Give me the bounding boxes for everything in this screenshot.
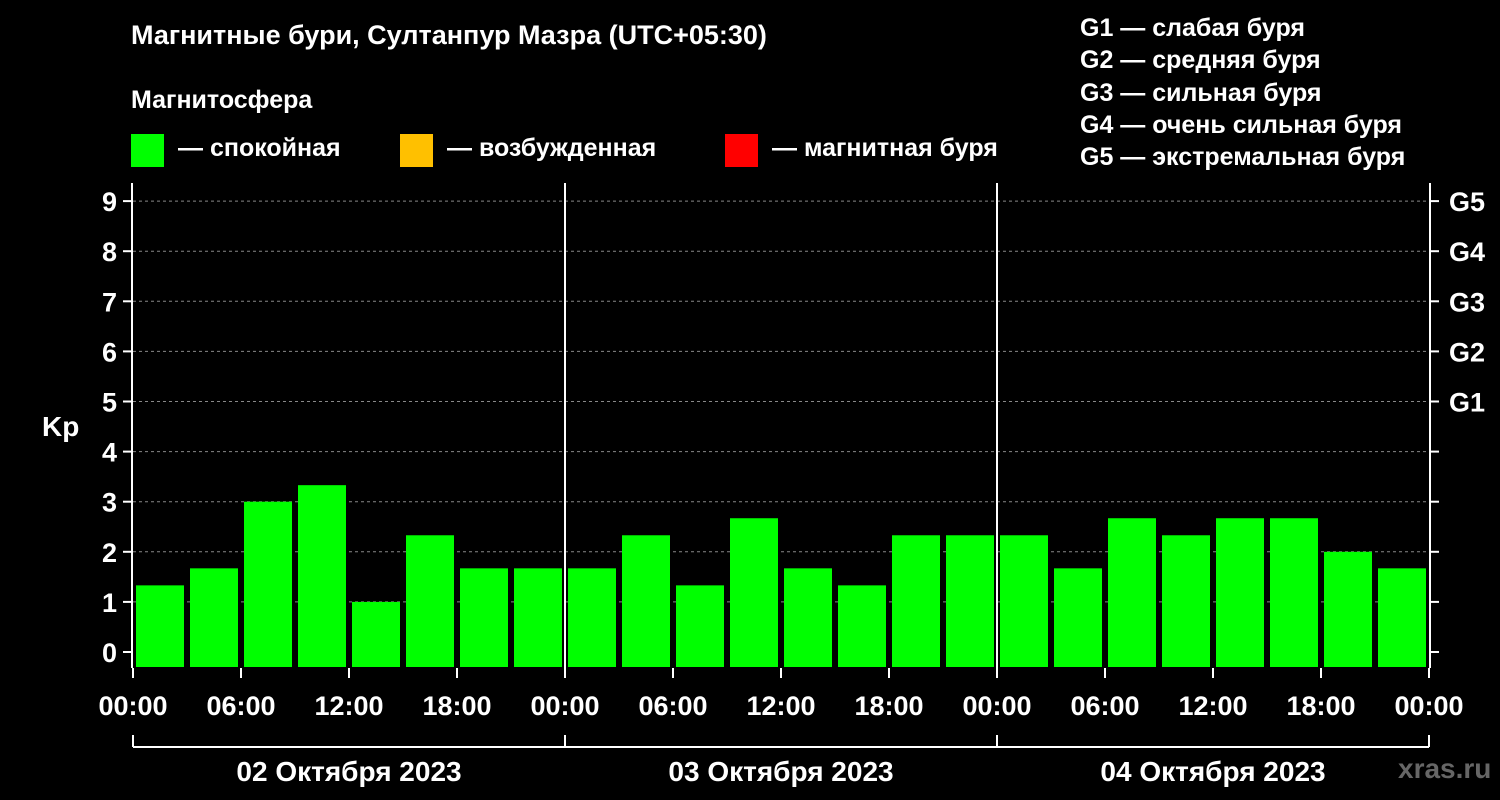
y-tick-label: 3 bbox=[102, 488, 117, 518]
kp-bar bbox=[1054, 568, 1102, 667]
y-tick-label: 1 bbox=[102, 588, 117, 618]
day-label: 02 Октября 2023 bbox=[236, 756, 461, 787]
day-label: 03 Октября 2023 bbox=[668, 756, 893, 787]
y-tick-label: 6 bbox=[102, 337, 117, 367]
kp-bar bbox=[298, 485, 346, 667]
y-tick-label: 8 bbox=[102, 237, 117, 267]
kp-bar bbox=[406, 535, 454, 667]
kp-bar bbox=[622, 535, 670, 667]
y-tick-label: 4 bbox=[102, 438, 117, 468]
kp-bar bbox=[1000, 535, 1048, 667]
y-tick-label: 0 bbox=[102, 638, 117, 668]
kp-bar bbox=[1324, 551, 1372, 667]
g-tick-label: G4 bbox=[1449, 237, 1485, 267]
x-tick-label: 00:00 bbox=[1394, 691, 1463, 721]
x-tick-label: 06:00 bbox=[638, 691, 707, 721]
x-tick-label: 18:00 bbox=[854, 691, 923, 721]
x-tick-label: 18:00 bbox=[422, 691, 491, 721]
kp-bar bbox=[838, 585, 886, 667]
kp-bar bbox=[352, 601, 400, 667]
x-tick-label: 18:00 bbox=[1286, 691, 1355, 721]
day-label: 04 Октября 2023 bbox=[1100, 756, 1325, 787]
g-tick-label: G3 bbox=[1449, 287, 1485, 317]
kp-chart: 0 1 2 3 4 5 6 7 8 9 G1 G2 G3 G4 G5 00:00 06:00 12:00 18:00… bbox=[98, 183, 1485, 787]
kp-bar bbox=[136, 585, 184, 667]
kp-bar bbox=[676, 585, 724, 667]
kp-bar bbox=[1162, 535, 1210, 667]
kp-bar bbox=[1216, 518, 1264, 667]
x-tick-label: 12:00 bbox=[746, 691, 815, 721]
kp-bar bbox=[730, 518, 778, 667]
g-tick-label: G1 bbox=[1449, 388, 1485, 418]
kp-bar bbox=[1378, 568, 1426, 667]
g-tick-label: G5 bbox=[1449, 187, 1485, 217]
y-tick-label: 7 bbox=[102, 287, 117, 317]
kp-bar bbox=[892, 535, 940, 667]
y-tick-label: 2 bbox=[102, 538, 117, 568]
y-tick-label: 9 bbox=[102, 187, 117, 217]
x-tick-label: 00:00 bbox=[98, 691, 167, 721]
kp-bar bbox=[460, 568, 508, 667]
x-tick-label: 06:00 bbox=[206, 691, 275, 721]
y-tick-label: 5 bbox=[102, 388, 117, 418]
kp-bar bbox=[946, 535, 994, 667]
x-tick-label: 00:00 bbox=[962, 691, 1031, 721]
x-tick-label: 06:00 bbox=[1070, 691, 1139, 721]
x-tick-label: 00:00 bbox=[530, 691, 599, 721]
kp-bar bbox=[244, 501, 292, 667]
x-tick-label: 12:00 bbox=[314, 691, 383, 721]
kp-bar bbox=[190, 568, 238, 667]
kp-bar bbox=[784, 568, 832, 667]
kp-bar bbox=[1108, 518, 1156, 667]
kp-bar bbox=[568, 568, 616, 667]
x-tick-label: 12:00 bbox=[1178, 691, 1247, 721]
g-tick-label: G2 bbox=[1449, 337, 1485, 367]
kp-bar bbox=[1270, 518, 1318, 667]
kp-bar bbox=[514, 568, 562, 667]
